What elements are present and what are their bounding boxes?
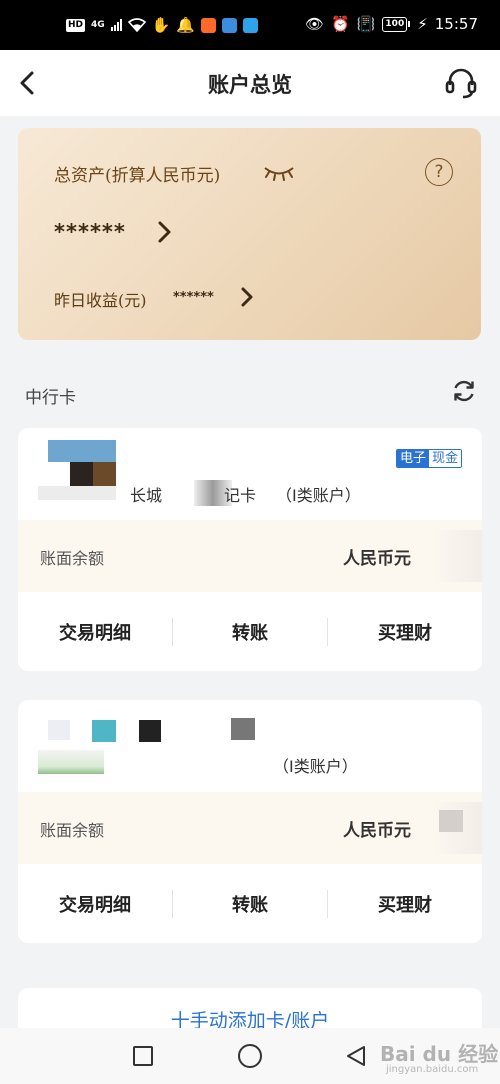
app-notification-icon-2	[222, 17, 238, 33]
balance-row[interactable]: 账面余额 人民币元	[18, 792, 482, 864]
balance-label: 账面余额	[40, 821, 105, 840]
redacted-card-logo	[70, 462, 116, 486]
signal-icon	[110, 19, 122, 31]
yesterday-yield-value[interactable]: ******	[173, 290, 214, 305]
redacted-block	[38, 486, 116, 500]
vibrate-icon: 📳	[356, 15, 376, 33]
redacted-block	[231, 718, 255, 740]
redacted-block	[48, 720, 70, 740]
transaction-details-button[interactable]: 交易明细	[18, 891, 172, 917]
refresh-icon[interactable]	[451, 378, 477, 404]
baidu-jingyan-watermark: Bai du 经验	[380, 1042, 499, 1066]
section-title: 中行卡	[25, 388, 76, 408]
home-button[interactable]	[238, 1044, 262, 1068]
recent-apps-button[interactable]	[133, 1046, 153, 1066]
network-type: 4G	[91, 20, 105, 30]
card-actions: 交易明细 转账 买理财	[18, 864, 482, 943]
chevron-right-icon[interactable]	[238, 285, 256, 309]
clock: 15:57	[434, 15, 478, 33]
ecash-badge: 电子 现金	[395, 449, 462, 468]
app-notification-icon	[201, 17, 217, 33]
hand-notification-icon: ✋	[151, 16, 171, 34]
customer-service-headset-icon[interactable]	[444, 66, 478, 100]
buy-wealth-product-button[interactable]: 买理财	[328, 619, 482, 645]
yesterday-yield-label: 昨日收益(元)	[54, 291, 147, 310]
buy-wealth-product-button[interactable]: 买理财	[328, 891, 482, 917]
card-name-prefix: 长城	[130, 486, 163, 505]
card-header[interactable]: 长城 记卡 （I类账户） 电子 现金	[18, 428, 482, 520]
charging-icon: ⚡	[417, 15, 428, 33]
transfer-button[interactable]: 转账	[173, 891, 327, 917]
hd-indicator: HD	[66, 18, 86, 32]
help-icon[interactable]: ?	[425, 158, 453, 186]
transaction-details-button[interactable]: 交易明细	[18, 619, 172, 645]
bank-card-2[interactable]: （I类账户） 账面余额 人民币元 交易明细 转账 买理财	[18, 700, 482, 943]
account-type: （I类账户）	[273, 757, 358, 776]
redacted-card-image	[38, 750, 104, 774]
redacted-block	[439, 810, 463, 832]
redacted-block	[139, 720, 161, 742]
card-name: 长城 记卡	[130, 482, 256, 506]
bell-notification-icon: 🔔	[176, 16, 196, 34]
status-left: HD 4G ✋ 🔔	[66, 16, 259, 34]
balance-currency: 人民币元	[343, 549, 411, 569]
alarm-icon: ⏰	[331, 15, 350, 33]
balance-label: 账面余额	[40, 549, 105, 568]
status-bar: HD 4G ✋ 🔔 👁 ⏰ 📳 100 ⚡ 15:57	[0, 0, 500, 50]
nav-header: 账户总览	[0, 50, 500, 116]
bank-card-1[interactable]: 长城 记卡 （I类账户） 电子 现金 账面余额 人民币元 交易明细 转账 买理财	[18, 428, 482, 671]
account-type: （I类账户）	[276, 486, 361, 505]
chevron-right-icon[interactable]	[155, 220, 175, 244]
redacted-block	[92, 720, 116, 742]
total-assets-card: 总资产(折算人民币元) ? ****** 昨日收益(元) ******	[18, 128, 481, 340]
redacted-card-logo	[48, 440, 116, 462]
battery-level: 100	[382, 16, 408, 32]
status-right: 👁 ⏰ 📳 100 ⚡ 15:57	[305, 15, 478, 33]
badge-left: 电子	[396, 450, 429, 467]
eye-comfort-icon: 👁	[305, 15, 325, 33]
transfer-button[interactable]: 转账	[173, 619, 327, 645]
badge-right: 现金	[428, 450, 461, 467]
redacted-balance	[408, 530, 482, 582]
eye-closed-icon[interactable]	[263, 163, 295, 181]
page-title: 账户总览	[208, 73, 292, 97]
total-assets-label: 总资产(折算人民币元)	[54, 166, 221, 186]
back-triangle-icon[interactable]	[344, 1044, 368, 1068]
system-nav-bar: Bai du 经验 jingyan.baidu.com	[0, 1028, 500, 1084]
wifi-icon	[127, 18, 146, 32]
search-app-notification-icon	[243, 17, 259, 33]
card-name-suffix: 记卡	[224, 486, 257, 505]
total-assets-value[interactable]: ******	[54, 220, 126, 244]
balance-row[interactable]: 账面余额 人民币元	[18, 520, 482, 592]
balance-currency: 人民币元	[343, 821, 411, 841]
card-header[interactable]: （I类账户）	[18, 700, 482, 792]
card-actions: 交易明细 转账 买理财	[18, 592, 482, 671]
battery-icon: 100	[382, 16, 411, 32]
watermark-url: jingyan.baidu.com	[386, 1064, 479, 1075]
